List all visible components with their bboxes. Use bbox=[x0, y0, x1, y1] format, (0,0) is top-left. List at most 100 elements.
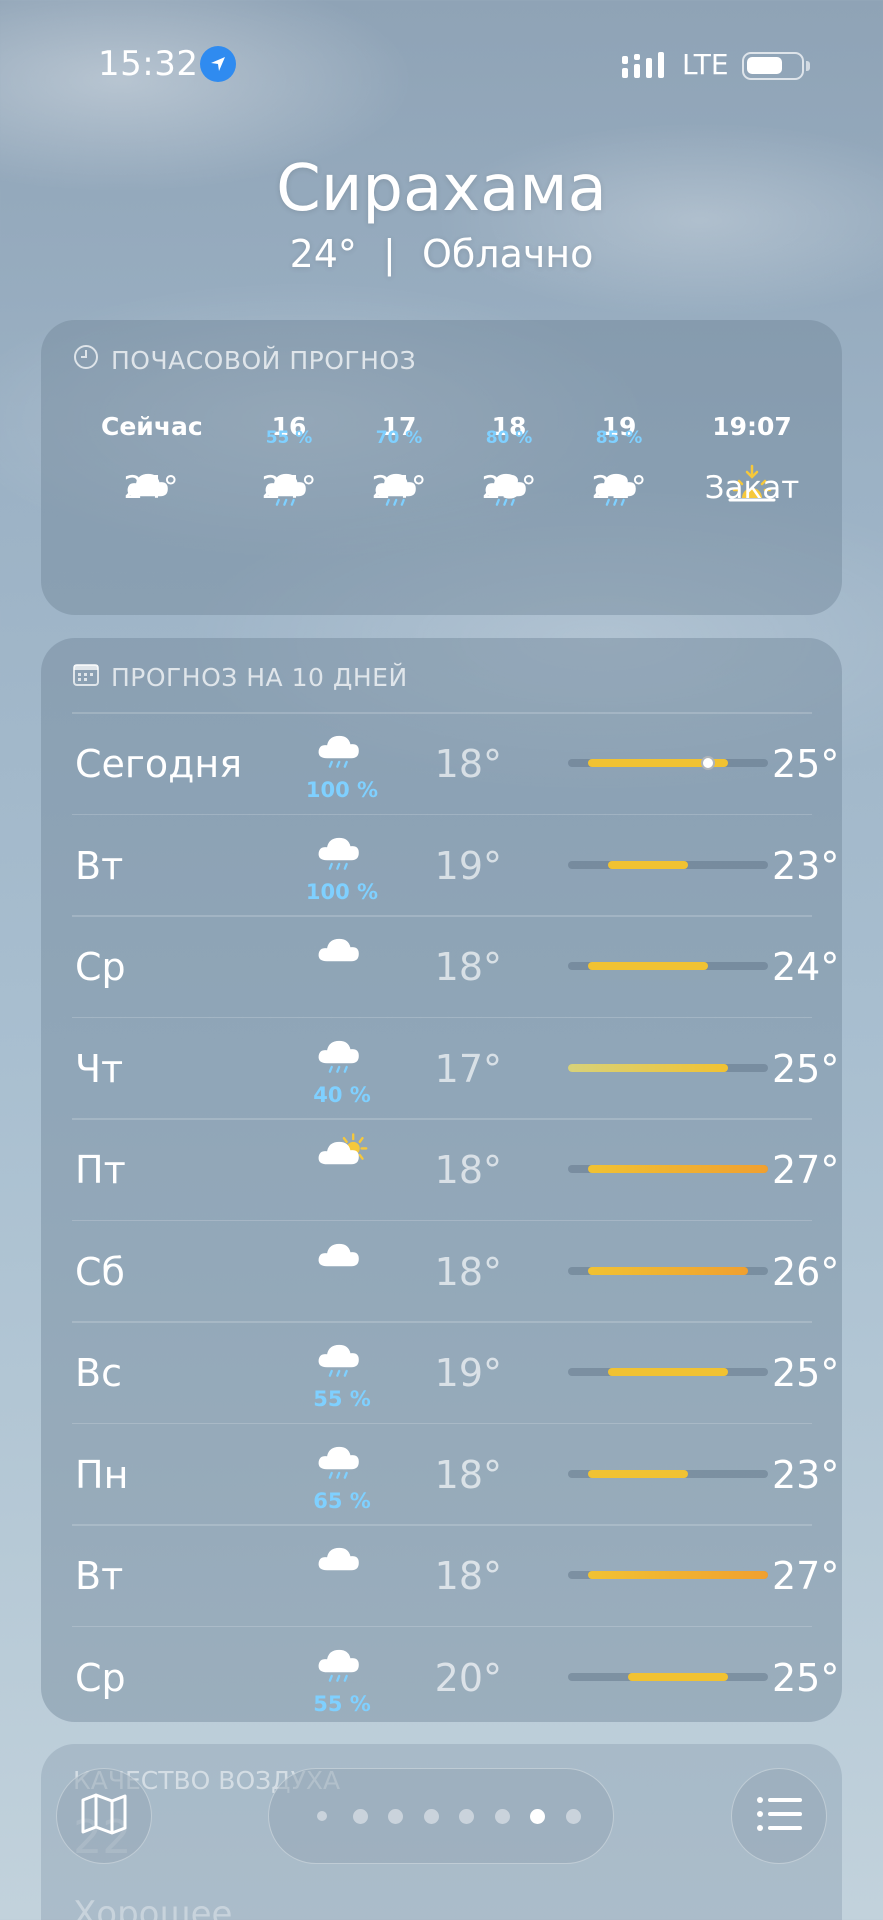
row-divider bbox=[72, 1219, 812, 1221]
page-dot[interactable] bbox=[352, 1808, 368, 1824]
city-list-button[interactable] bbox=[731, 1768, 827, 1864]
day-name: Вт bbox=[75, 843, 124, 888]
hourly-time: 19:07 bbox=[712, 412, 792, 441]
conditions-separator: | bbox=[383, 232, 396, 276]
city-name: Сирахама bbox=[276, 152, 607, 226]
hourly-precip-chance: 90 % bbox=[812, 428, 842, 448]
daily-low: 20° bbox=[434, 1655, 502, 1700]
day-name: Пн bbox=[75, 1452, 129, 1497]
temperature-range-fill bbox=[608, 860, 688, 869]
daily-row[interactable]: Чт 40 % 17° 25° bbox=[72, 1016, 839, 1118]
daily-row[interactable]: Ср 55 % 20° 25° bbox=[72, 1625, 839, 1723]
page-dot[interactable] bbox=[423, 1808, 439, 1824]
temperature-range-fill bbox=[608, 1368, 728, 1376]
daily-low: 18° bbox=[434, 1452, 502, 1497]
day-name: Сб bbox=[75, 1249, 125, 1294]
temperature-range-bar bbox=[568, 1469, 768, 1478]
page-dot[interactable] bbox=[494, 1808, 510, 1824]
row-divider bbox=[72, 1118, 812, 1120]
temperature-range-fill bbox=[588, 1165, 768, 1173]
daily-forecast-card[interactable]: ПРОГНОЗ НА 10 ДНЕЙ Сегодня 100 % 18° 25° Вт 1… bbox=[41, 638, 842, 1722]
location-page-dot[interactable] bbox=[317, 1811, 327, 1821]
daily-precip-chance: 100 % bbox=[305, 778, 379, 802]
temperature-range-bar bbox=[568, 860, 768, 869]
hourly-temperature: 22° bbox=[812, 470, 842, 506]
daily-precip-chance: 55 % bbox=[313, 1387, 371, 1411]
rain-cloud-icon bbox=[302, 1640, 382, 1700]
hourly-precip-chance: 80 % bbox=[485, 428, 533, 448]
row-divider bbox=[72, 1625, 812, 1627]
row-divider bbox=[72, 1422, 812, 1424]
location-arrow-icon bbox=[200, 46, 236, 82]
temperature-range-bar bbox=[568, 1368, 768, 1376]
day-name: Вс bbox=[75, 1351, 122, 1395]
current-temperature: 24° bbox=[289, 232, 357, 276]
daily-row[interactable]: Сегодня 100 % 18° 25° bbox=[72, 712, 839, 813]
battery-icon bbox=[742, 52, 804, 80]
status-bar: 15:32 LTE bbox=[0, 40, 883, 90]
temperature-range-bar bbox=[568, 756, 768, 770]
calendar-icon bbox=[73, 662, 99, 692]
page-dot[interactable] bbox=[388, 1808, 403, 1824]
temperature-range-fill bbox=[588, 1571, 768, 1579]
map-button[interactable] bbox=[56, 1768, 152, 1864]
daily-high: 24° bbox=[772, 945, 840, 989]
daily-row[interactable]: Пт 18° 27° bbox=[72, 1118, 839, 1219]
daily-precip-chance: 40 % bbox=[313, 1082, 371, 1107]
day-name: Ср bbox=[75, 1655, 126, 1700]
page-dot[interactable] bbox=[565, 1808, 581, 1824]
row-divider bbox=[72, 915, 812, 917]
hourly-forecast-title: ПОЧАСОВОЙ ПРОГНОЗ bbox=[111, 345, 417, 375]
temperature-range-fill bbox=[588, 1266, 748, 1275]
daily-low: 19° bbox=[434, 1351, 502, 1395]
current-temp-marker bbox=[701, 756, 715, 770]
daily-precip-chance: 55 % bbox=[313, 1691, 371, 1716]
daily-low: 18° bbox=[434, 742, 502, 786]
hourly-forecast-header: ПОЧАСОВОЙ ПРОГНОЗ bbox=[73, 344, 416, 376]
network-type: LTE bbox=[682, 48, 729, 81]
cloud-icon bbox=[302, 1538, 382, 1598]
temperature-range-fill bbox=[588, 1469, 688, 1478]
day-name: Пт bbox=[75, 1148, 126, 1192]
daily-low: 17° bbox=[434, 1046, 502, 1091]
row-divider bbox=[72, 712, 812, 714]
hourly-temperature: Закат bbox=[704, 470, 800, 506]
page-indicator[interactable] bbox=[268, 1768, 614, 1864]
daily-high: 25° bbox=[772, 742, 840, 786]
rain-cloud-icon bbox=[302, 828, 382, 888]
daily-row[interactable]: Ср 18° 24° bbox=[72, 915, 839, 1016]
hourly-time: Сейчас bbox=[101, 412, 203, 441]
hourly-precip-chance: 70 % bbox=[375, 428, 423, 448]
daily-row[interactable]: Вс 55 % 19° 25° bbox=[72, 1321, 839, 1422]
hourly-precip-chance: 85 % bbox=[595, 428, 643, 448]
daily-precip-chance: 100 % bbox=[305, 879, 379, 904]
rain-cloud-icon bbox=[302, 726, 382, 786]
daily-high: 27° bbox=[772, 1554, 840, 1598]
row-divider bbox=[72, 813, 812, 815]
row-divider bbox=[72, 1321, 812, 1323]
daily-row[interactable]: Сб 18° 26° bbox=[72, 1219, 839, 1321]
daily-forecast-header: ПРОГНОЗ НА 10 ДНЕЙ bbox=[73, 662, 408, 692]
sun-cloud-icon bbox=[302, 1132, 382, 1192]
battery-tip bbox=[806, 61, 810, 71]
daily-high: 27° bbox=[772, 1148, 840, 1192]
rain-cloud-icon bbox=[302, 1335, 382, 1395]
daily-row[interactable]: Вт 100 % 19° 23° bbox=[72, 813, 839, 915]
daily-forecast-title: ПРОГНОЗ НА 10 ДНЕЙ bbox=[111, 662, 408, 692]
temperature-range-bar bbox=[568, 962, 768, 970]
hourly-forecast-card[interactable]: ПОЧАСОВОЙ ПРОГНОЗ Сейчас 24° 16 55 % 24° 17 70… bbox=[41, 320, 842, 615]
daily-precip-chance: 65 % bbox=[313, 1488, 371, 1513]
page-dot[interactable] bbox=[530, 1808, 545, 1824]
hourly-temperature: 24° bbox=[123, 470, 179, 506]
temperature-range-fill bbox=[588, 962, 708, 970]
daily-high: 25° bbox=[772, 1046, 840, 1091]
daily-row[interactable]: Вт 18° 27° bbox=[72, 1524, 839, 1625]
temperature-range-bar bbox=[568, 1165, 768, 1173]
rain-cloud-icon bbox=[302, 1437, 382, 1497]
cloud-icon bbox=[302, 1234, 382, 1294]
temperature-range-fill bbox=[568, 1063, 728, 1072]
daily-row[interactable]: Пн 65 % 18° 23° bbox=[72, 1422, 839, 1524]
page-dot[interactable] bbox=[459, 1808, 474, 1824]
current-condition: Облачно bbox=[421, 232, 594, 276]
temperature-range-bar bbox=[568, 1672, 768, 1681]
